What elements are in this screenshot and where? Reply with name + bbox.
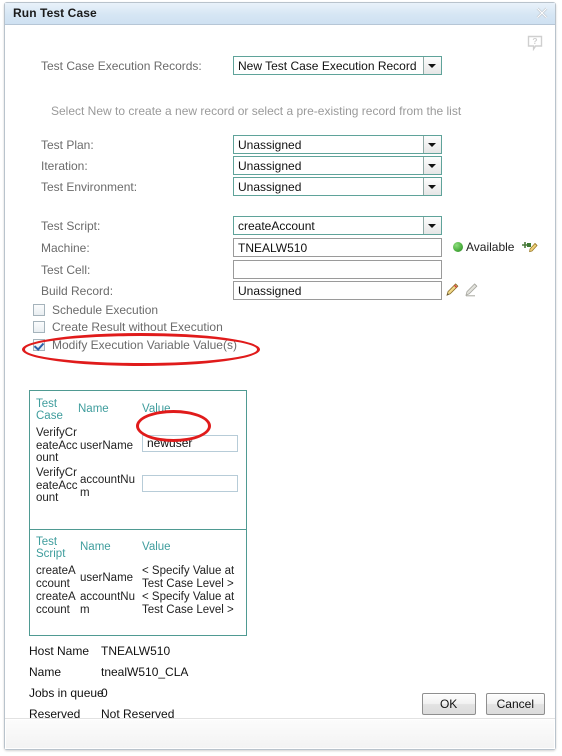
test-script-value: createAccount	[238, 219, 315, 233]
accountnum-value-input[interactable]	[142, 475, 238, 492]
info-value: TNEALW510	[101, 644, 171, 658]
field-iteration: Iteration: Unassigned	[5, 156, 555, 178]
checkbox-box[interactable]	[33, 321, 45, 333]
label-test-cell: Test Cell:	[41, 263, 91, 277]
help-question-icon[interactable]: ?	[527, 35, 543, 52]
chevron-down-icon[interactable]	[423, 217, 441, 234]
dialog-titlebar: Run Test Case	[5, 3, 555, 25]
build-record-icons	[445, 282, 487, 298]
info-key: Jobs in queue	[29, 686, 104, 700]
chevron-down-icon[interactable]	[423, 178, 441, 195]
table-row-name: userName	[80, 440, 134, 452]
table-row-scope: VerifyCreateAccount	[36, 467, 78, 504]
checkbox-label: Schedule Execution	[52, 303, 159, 317]
iteration-dropdown[interactable]: Unassigned	[233, 156, 442, 175]
pencil-gray-icon	[465, 283, 478, 297]
field-execution-records: Test Case Execution Records: New Test Ca…	[5, 56, 555, 78]
pencil-edit-icon	[446, 283, 459, 296]
close-icon[interactable]	[535, 6, 549, 20]
label-test-script: Test Script:	[41, 219, 101, 233]
build-record-input[interactable]: Unassigned	[233, 281, 442, 300]
dialog-footer: OK Cancel	[421, 693, 545, 715]
field-build-record: Build Record: Unassigned	[5, 281, 555, 303]
table-row-name: userName	[80, 572, 134, 584]
dialog-body: ? Test Case Execution Records: New Test …	[5, 25, 555, 749]
test-plan-dropdown[interactable]: Unassigned	[233, 135, 442, 154]
footer-divider	[5, 718, 555, 719]
username-value-input[interactable]: newuser	[142, 435, 238, 452]
footer-background	[6, 720, 554, 748]
iteration-value: Unassigned	[238, 159, 302, 173]
dialog-title: Run Test Case	[13, 6, 97, 20]
machine-status-label: Available	[466, 240, 515, 254]
checkbox-box[interactable]	[33, 304, 45, 316]
label-iteration: Iteration:	[41, 159, 88, 173]
chevron-down-icon[interactable]	[423, 136, 441, 153]
column-header-name: Name	[78, 403, 109, 415]
table-row-value: < Specify Value at Test Case Level >	[142, 565, 235, 590]
field-test-script: Test Script: createAccount	[5, 216, 555, 238]
table-divider	[30, 529, 246, 530]
chevron-down-icon[interactable]	[423, 57, 441, 74]
test-environment-value: Unassigned	[238, 180, 302, 194]
column-header-test-case: Test Case	[36, 398, 63, 422]
execution-variables-panel: Test Case Name Value VerifyCreateAccount…	[29, 390, 247, 636]
ok-button[interactable]: OK	[421, 693, 476, 715]
field-test-plan: Test Plan: Unassigned	[5, 135, 555, 157]
info-key: Name	[29, 665, 62, 679]
machine-input[interactable]: TNEALW510	[233, 238, 442, 257]
svg-text:?: ?	[532, 36, 537, 46]
test-cell-input[interactable]	[233, 260, 442, 279]
machine-edit-icon[interactable]	[521, 239, 539, 255]
label-machine: Machine:	[41, 241, 90, 255]
table-row-value: < Specify Value at Test Case Level >	[142, 591, 235, 616]
table-row-scope: createAccount	[36, 591, 76, 616]
label-test-plan: Test Plan:	[41, 138, 94, 152]
column-header-name: Name	[80, 541, 111, 553]
test-plan-value: Unassigned	[238, 138, 302, 152]
machine-status: Available	[453, 240, 514, 254]
label-execution-records: Test Case Execution Records:	[41, 59, 202, 73]
table-row-name: accountNum	[80, 591, 135, 616]
test-script-dropdown[interactable]: createAccount	[233, 216, 442, 235]
chevron-down-icon[interactable]	[423, 157, 441, 174]
field-machine: Machine: TNEALW510 Available	[5, 238, 555, 260]
info-value: 0	[101, 686, 108, 700]
info-value: tnealW510_CLA	[101, 665, 189, 679]
run-test-case-dialog: Run Test Case ? Test Case Execution Reco…	[4, 2, 556, 750]
column-header-value: Value	[142, 403, 171, 415]
checkbox-label: Modify Execution Variable Value(s)	[52, 338, 237, 352]
field-test-environment: Test Environment: Unassigned	[5, 177, 555, 199]
status-dot-icon	[453, 242, 463, 252]
test-environment-dropdown[interactable]: Unassigned	[233, 177, 442, 196]
table-row-name: accountNum	[80, 474, 135, 499]
column-header-value: Value	[142, 541, 171, 553]
execution-records-value: New Test Case Execution Record	[238, 59, 417, 73]
cancel-button[interactable]: Cancel	[485, 693, 545, 715]
column-header-test-script: Test Script	[36, 536, 66, 560]
checkbox-schedule-execution[interactable]: Schedule Execution	[33, 303, 158, 320]
table-row-scope: createAccount	[36, 565, 76, 590]
info-key: Host Name	[29, 644, 90, 658]
label-build-record: Build Record:	[41, 284, 114, 298]
checkbox-modify-execution-variable-values[interactable]: Modify Execution Variable Value(s)	[33, 338, 237, 355]
checkbox-label: Create Result without Execution	[52, 320, 223, 334]
checkbox-box[interactable]	[33, 339, 45, 351]
execution-records-dropdown[interactable]: New Test Case Execution Record	[233, 56, 442, 75]
table-row-scope: VerifyCreateAccount	[36, 427, 78, 464]
field-test-cell: Test Cell:	[5, 260, 555, 282]
label-test-environment: Test Environment:	[41, 180, 138, 194]
checkbox-create-result-without-execution[interactable]: Create Result without Execution	[33, 320, 223, 337]
execution-records-hint: Select New to create a new record or sel…	[51, 104, 462, 118]
